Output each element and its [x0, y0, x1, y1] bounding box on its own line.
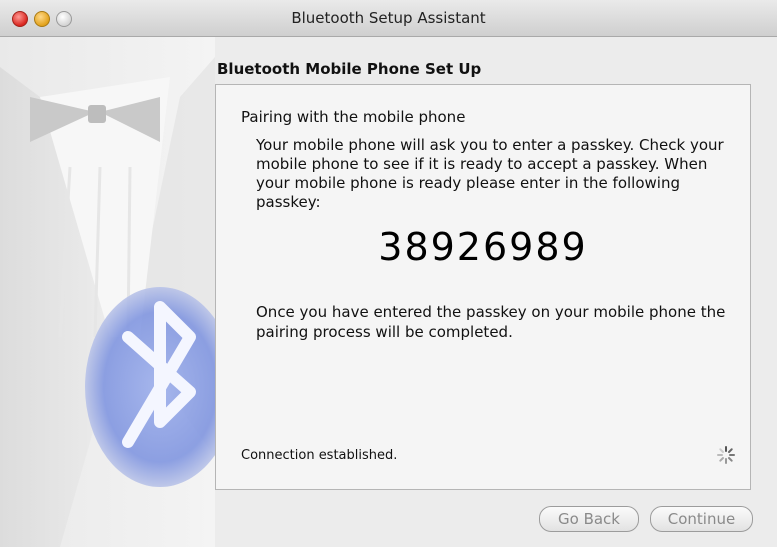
- section-title: Bluetooth Mobile Phone Set Up: [217, 60, 482, 78]
- connection-status: Connection established.: [241, 448, 398, 463]
- continue-button[interactable]: Continue: [650, 506, 753, 532]
- setup-assistant-window: Bluetooth Setup Assistant Bluetooth Mobi…: [0, 0, 777, 547]
- go-back-button[interactable]: Go Back: [539, 506, 639, 532]
- pairing-panel: Pairing with the mobile phone Your mobil…: [215, 84, 751, 490]
- title-bar[interactable]: Bluetooth Setup Assistant: [0, 0, 777, 37]
- assistant-artwork: [0, 37, 215, 547]
- window-title: Bluetooth Setup Assistant: [291, 9, 486, 27]
- panel-heading: Pairing with the mobile phone: [241, 108, 466, 126]
- activity-spinner-icon: [717, 446, 735, 464]
- tuxedo-artwork: [0, 57, 215, 547]
- completion-text: Once you have entered the passkey on you…: [256, 303, 726, 341]
- passkey-instructions: Your mobile phone will ask you to enter …: [256, 136, 724, 211]
- passkey-display: 38926989: [378, 225, 588, 269]
